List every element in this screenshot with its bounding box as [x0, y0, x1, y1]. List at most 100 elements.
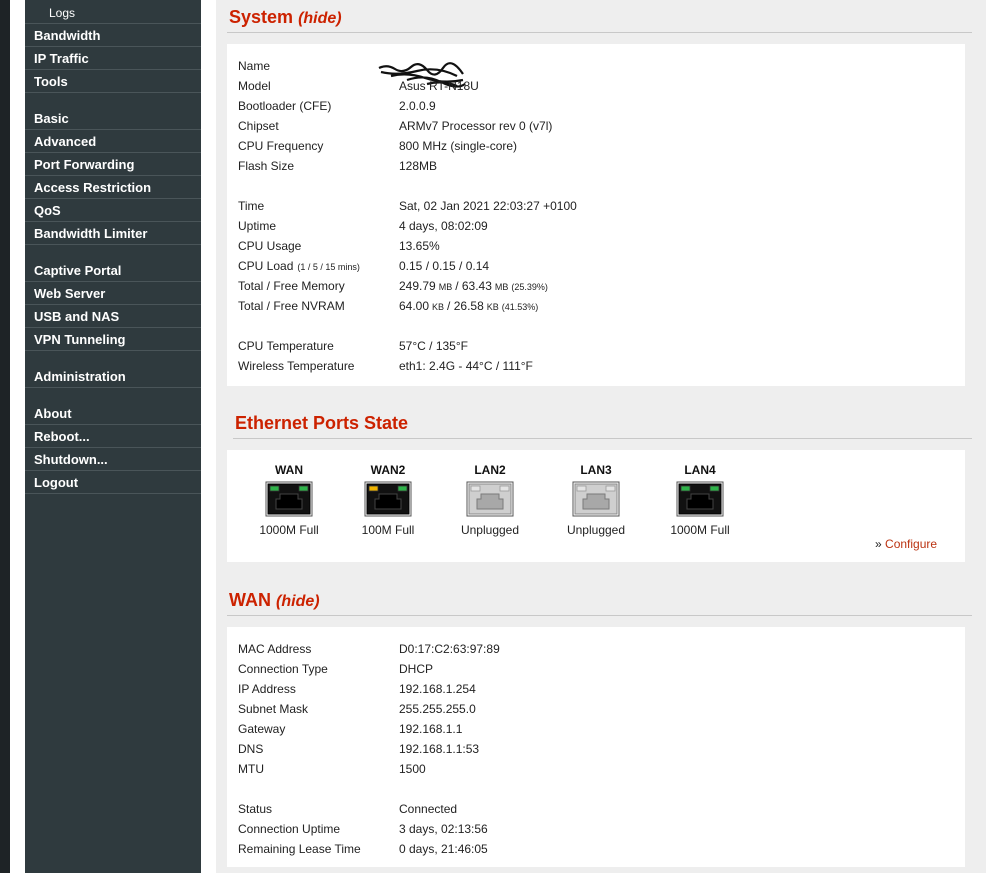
- main-content: System (hide) Name Model Asus RT-N18U Bootl…: [216, 0, 986, 873]
- system-row: Total / Free NVRAM 64.00 KB/ 26.58 KB (41.53…: [227, 296, 965, 316]
- system-row-value: ARMv7 Processor rev 0 (v7l): [399, 119, 553, 133]
- system-value-part: 249.79: [399, 279, 436, 293]
- wan-row-value: Connected: [399, 802, 458, 816]
- port-lan2: LAN2 Unplugged: [450, 463, 530, 537]
- port-name: LAN2: [474, 463, 506, 477]
- system-row-label-text: Bootloader (CFE): [238, 99, 332, 113]
- sidebar-item-bandwidth-limiter[interactable]: Bandwidth Limiter: [25, 223, 201, 245]
- system-row-label: CPU Load (1 / 5 / 15 mins): [238, 259, 360, 273]
- system-row: Bootloader (CFE) 2.0.0.9: [227, 96, 965, 116]
- ethernet-port-connected-icon: [364, 481, 412, 517]
- wan-row-label: Remaining Lease Time: [238, 842, 361, 856]
- system-row-value: 249.79 MB/ 63.43 MB (25.39%): [399, 279, 551, 293]
- system-row-value: 800 MHz (single-core): [399, 139, 518, 153]
- sidebar-item-web-server[interactable]: Web Server: [25, 283, 201, 305]
- wan-row-value: 0 days, 21:46:05: [399, 842, 488, 856]
- sidebar-item-reboot[interactable]: Reboot...: [25, 426, 201, 448]
- sidebar-nav: Logs Bandwidth IP Traffic Tools Basic Advance…: [25, 0, 201, 873]
- section-divider: [233, 438, 972, 439]
- system-row-label-text: CPU Load: [238, 259, 294, 273]
- wan-row-label-text: DNS: [238, 742, 264, 756]
- port-name: WAN2: [370, 463, 406, 477]
- system-row-value: 0.15 / 0.15 / 0.14: [399, 259, 490, 273]
- system-row-label: Flash Size: [238, 159, 294, 173]
- system-row: Chipset ARMv7 Processor rev 0 (v7l): [227, 116, 965, 136]
- wan-row-label-text: Subnet Mask: [238, 702, 309, 716]
- system-row-value: 2.0.0.9: [399, 99, 436, 113]
- wan-row-label: Status: [238, 802, 272, 816]
- port-lan4: LAN4 1000M Full: [660, 463, 740, 537]
- wan-row: Subnet Mask 255.255.255.0: [227, 699, 965, 719]
- system-row-label-text: CPU Frequency: [238, 139, 324, 153]
- sidebar-item-port-forwarding[interactable]: Port Forwarding: [25, 154, 201, 176]
- ethernet-port-connected-icon: [676, 481, 724, 517]
- sidebar-item-qos[interactable]: QoS: [25, 200, 201, 222]
- sidebar-item-captive-portal[interactable]: Captive Portal: [25, 260, 201, 282]
- system-row: Total / Free Memory 249.79 MB/ 63.43 MB (25.…: [227, 276, 965, 296]
- wan-row-value: 192.168.1.254: [399, 682, 476, 696]
- system-row-label: Chipset: [238, 119, 279, 133]
- system-value-part: MB: [438, 282, 453, 292]
- sidebar-item-logout[interactable]: Logout: [25, 472, 201, 494]
- system-row: Flash Size 128MB: [227, 156, 965, 176]
- wan-hide-link[interactable]: (hide): [276, 593, 320, 610]
- system-row-label: Model: [238, 79, 271, 93]
- system-row-value: Asus RT-N18U: [399, 79, 479, 93]
- sidebar-item-logs[interactable]: Logs: [25, 2, 201, 24]
- wan-row: Gateway 192.168.1.1: [227, 719, 965, 739]
- ethernet-port-unplugged-icon: [466, 481, 514, 517]
- sidebar-item-ip-traffic[interactable]: IP Traffic: [25, 48, 201, 70]
- sidebar-item-vpn-tunneling[interactable]: VPN Tunneling: [25, 329, 201, 351]
- sidebar-item-advanced[interactable]: Advanced: [25, 131, 201, 153]
- system-row-label-text: CPU Usage: [238, 239, 302, 253]
- sidebar-item-tools[interactable]: Tools: [25, 71, 201, 93]
- sidebar-item-about[interactable]: About: [25, 403, 201, 425]
- system-value-part: / 26.58: [447, 299, 484, 313]
- system-row-label: Bootloader (CFE): [238, 99, 331, 113]
- wan-row-label-text: Gateway: [238, 722, 286, 736]
- system-hide-link[interactable]: (hide): [298, 10, 342, 27]
- sidebar-item-basic[interactable]: Basic: [25, 108, 201, 130]
- gutter: [201, 0, 216, 873]
- system-row-label: Total / Free Memory: [238, 279, 345, 293]
- port-wan2: WAN2 100M Full: [348, 463, 428, 537]
- system-row-label-text: Model: [238, 79, 271, 93]
- wan-section-title: WAN (hide): [229, 590, 320, 611]
- wan-row-value: 3 days, 02:13:56: [399, 822, 488, 836]
- sidebar-item-usb-and-nas[interactable]: USB and NAS: [25, 306, 201, 328]
- wan-row-label-text: Connection Type: [238, 662, 328, 676]
- system-row: Uptime 4 days, 08:02:09: [227, 216, 965, 236]
- system-row-label: Uptime: [238, 219, 276, 233]
- system-row: CPU Usage 13.65%: [227, 236, 965, 256]
- wan-row: IP Address 192.168.1.254: [227, 679, 965, 699]
- sidebar-item-administration[interactable]: Administration: [25, 366, 201, 388]
- system-row: CPU Load (1 / 5 / 15 mins) 0.15 / 0.15 / 0…: [227, 256, 965, 276]
- wan-row-label: MTU: [238, 762, 264, 776]
- wan-row: Status Connected: [227, 799, 965, 819]
- section-divider: [227, 32, 972, 33]
- configure-link-container: » Configure: [875, 537, 937, 551]
- wan-row-label: Connection Uptime: [238, 822, 340, 836]
- system-row: Name: [227, 56, 965, 76]
- wan-row: MAC Address D0:17:C2:63:97:89: [227, 639, 965, 659]
- wan-row-label-text: Connection Uptime: [238, 822, 341, 836]
- wan-row-value: D0:17:C2:63:97:89: [399, 642, 500, 656]
- sidebar-item-access-restriction[interactable]: Access Restriction: [25, 177, 201, 199]
- system-row-value: 64.00 KB/ 26.58 KB (41.53%): [399, 299, 541, 313]
- port-status: Unplugged: [566, 523, 626, 537]
- system-row-label: Name: [238, 59, 270, 73]
- wan-row-value: 255.255.255.0: [399, 702, 476, 716]
- system-row: CPU Frequency 800 MHz (single-core): [227, 136, 965, 156]
- wan-row-label: DNS: [238, 742, 263, 756]
- system-row-value: 4 days, 08:02:09: [399, 219, 488, 233]
- sidebar-item-bandwidth[interactable]: Bandwidth: [25, 25, 201, 47]
- system-row-value: 128MB: [399, 159, 438, 173]
- sidebar-item-shutdown[interactable]: Shutdown...: [25, 449, 201, 471]
- wan-row-value: DHCP: [399, 662, 434, 676]
- configure-link[interactable]: Configure: [885, 537, 937, 551]
- wan-row-label: Gateway: [238, 722, 285, 736]
- system-row: Model Asus RT-N18U: [227, 76, 965, 96]
- system-value-part: MB: [494, 282, 509, 292]
- system-row: Wireless Temperature eth1: 2.4G - 44°C / …: [227, 356, 965, 376]
- wan-row-value: 192.168.1.1:53: [399, 742, 480, 756]
